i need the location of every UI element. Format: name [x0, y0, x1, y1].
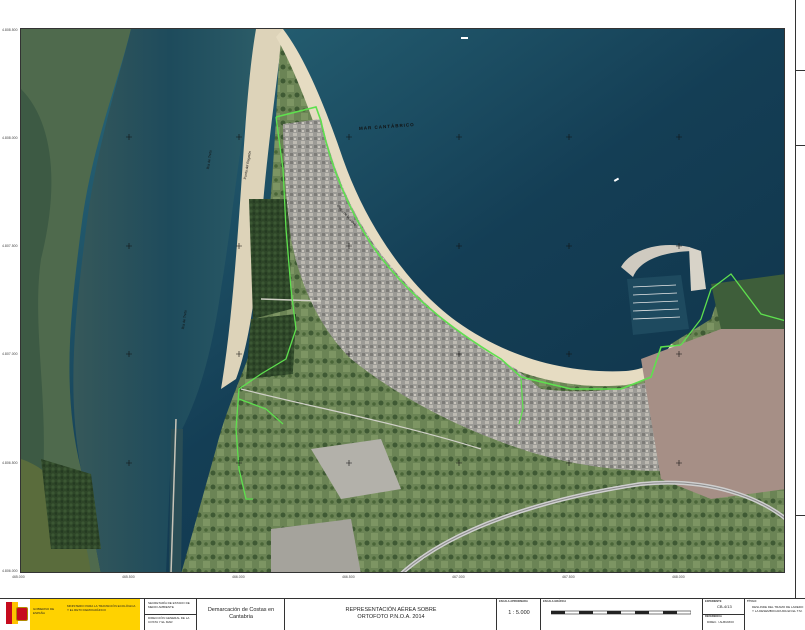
coat-of-arms-icon	[16, 607, 28, 621]
y-coord-label: 4.806.000	[2, 569, 18, 573]
y-coord-label: 4.808.500	[2, 28, 18, 32]
y-coord-label: 4.806.500	[2, 461, 18, 465]
y-coord-label: 4.807.500	[2, 244, 18, 248]
scale-value: 1 : 5.000	[508, 610, 530, 616]
gov-label: GOBIERNO DE ESPAÑA	[33, 607, 55, 615]
government-logo-cell: GOBIERNO DE ESPAÑA MINISTERIO PARA LA TR…	[0, 599, 145, 630]
side-panel	[795, 0, 805, 598]
expediente-value: CB-4/13	[717, 604, 732, 609]
x-coord-label: 465.500	[122, 575, 135, 579]
y-coord-label: 4.808.000	[2, 136, 18, 140]
x-coord-label: 467.500	[562, 575, 575, 579]
scale-cell: ESCALA APROXIMADA 1 : 5.000	[497, 599, 541, 630]
ministry-label: MINISTERIO PARA LA TRANSICIÓN ECOLÓGICA …	[67, 604, 136, 612]
graphic-scale-cell: ESCALA GRÁFICA	[541, 599, 703, 630]
x-coord-label: 467.000	[452, 575, 465, 579]
office-cell: Demarcación de Costas en Cantabria	[197, 599, 285, 630]
description-text: DESLINDE DEL TRAMO DE LAREDO Y LA DESEMB…	[752, 605, 804, 613]
graphic-scale-bar	[551, 610, 691, 615]
x-coord-label: 466.000	[232, 575, 245, 579]
title-cell: REPRESENTACIÓN AÉREA SOBRE ORTOFOTO P.N.…	[285, 599, 497, 630]
office-name: Demarcación de Costas en Cantabria	[207, 607, 275, 620]
y-coord-label: 4.807.000	[2, 352, 18, 356]
orthophoto-map[interactable]: MAR CANTÁBRICO Playa de la Salvé Punta d…	[20, 28, 785, 573]
x-coord-label: 468.000	[672, 575, 685, 579]
secretariat-cell: SECRETARÍA DE ESTADO DE MEDIO AMBIENTE D…	[145, 599, 197, 630]
expediente-cell: EXPEDIENTE CB-4/13 REFERENCIA DIREC. / A…	[703, 599, 745, 630]
x-coord-label: 465.000	[12, 575, 25, 579]
x-coord-label: 466.500	[342, 575, 355, 579]
plan-title: REPRESENTACIÓN AÉREA SOBRE ORTOFOTO P.N.…	[345, 607, 437, 620]
description-cell: TÍTULO DESLINDE DEL TRAMO DE LAREDO Y LA…	[747, 600, 804, 613]
map-sheet: 4.808.500 4.808.000 4.807.500 4.807.000 …	[0, 0, 805, 630]
title-block: GOBIERNO DE ESPAÑA MINISTERIO PARA LA TR…	[0, 598, 805, 630]
aerial-photo	[21, 29, 784, 572]
